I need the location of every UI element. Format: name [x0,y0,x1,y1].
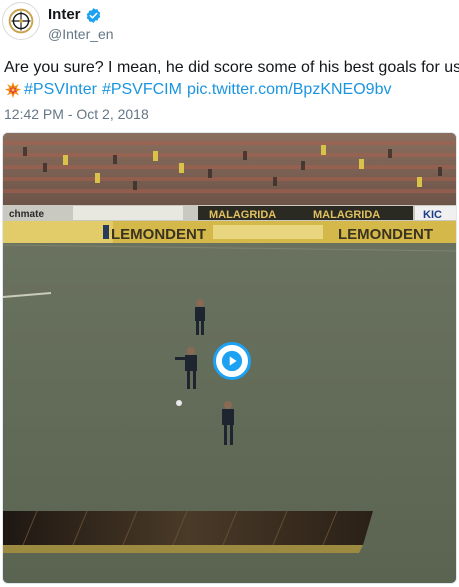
svg-text:LEMONDENT: LEMONDENT [338,226,433,243]
avatar[interactable] [2,2,40,40]
tweet-header: Inter @Inter_en [0,0,459,48]
play-icon [221,350,243,372]
tweet-text-line: Are you sure? I mean, he did score some … [4,59,459,76]
account-handle[interactable]: @Inter_en [48,25,114,43]
media-link[interactable]: pic.twitter.com/BpzKNEO9bv [187,79,392,101]
name-row: Inter [48,5,102,25]
tweet-hashtags-line: #PSVInter #PSVFCIM pic.twitter.com/BpzKN… [4,79,456,101]
svg-text:chmate: chmate [9,209,44,220]
hashtag-psvfcim-link[interactable]: #PSVFCIM [102,79,182,101]
hashtag-psvinter-link[interactable]: #PSVInter [24,79,97,101]
inter-logo-icon [3,3,39,39]
tweet-card: Inter @Inter_en Are you sure? I mean, he… [0,0,459,587]
svg-text:MALAGRIDA: MALAGRIDA [313,209,380,221]
svg-text:LEMONDENT: LEMONDENT [111,226,206,243]
verified-badge-icon [85,7,102,24]
tweet-timestamp[interactable]: 12:42 PM - Oct 2, 2018 [4,105,149,123]
collision-emoji-icon [4,81,22,99]
tweet-text: Are you sure? I mean, he did score some … [4,57,459,101]
video-player[interactable]: chmate MALAGRIDA MALAGRIDA KIC LEMONDENT… [2,132,457,584]
svg-text:KIC: KIC [423,209,442,221]
svg-text:MALAGRIDA: MALAGRIDA [209,209,276,221]
display-name[interactable]: Inter [48,5,81,25]
play-button[interactable] [213,342,251,380]
